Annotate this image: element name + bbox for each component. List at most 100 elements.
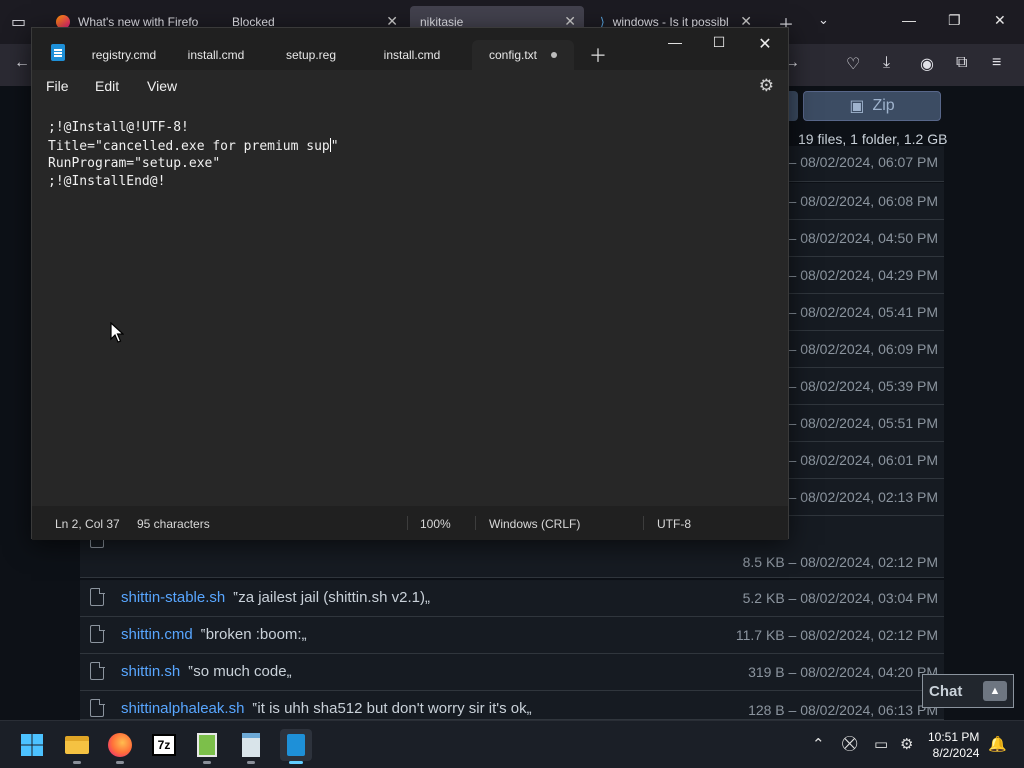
file-link[interactable]: shittin.cmd ‟broken :boom:„ [121, 626, 307, 643]
chevron-down-icon[interactable]: ⌄ [818, 12, 829, 28]
list-item[interactable]: shittin-stable.sh ‟za jailest jail (shitt… [80, 580, 944, 617]
folder-summary: 19 files, 1 folder, 1.2 GB [798, 131, 948, 147]
menu-file[interactable]: File [46, 78, 69, 94]
tab-registry-cmd[interactable]: registry.cmd [78, 40, 170, 70]
notepad-old-icon [242, 733, 260, 757]
commit-message: ‟za jailest jail (shittin.sh v2.1)„ [233, 589, 430, 606]
file-link[interactable]: shittin-stable.sh ‟za jailest jail (shitt… [121, 589, 430, 606]
zip-file-icon: ▣ [849, 98, 865, 115]
display-icon[interactable]: ▭ [874, 735, 888, 753]
menu-view[interactable]: View [147, 78, 177, 94]
encoding[interactable]: UTF-8 [657, 517, 691, 531]
line-ending[interactable]: Windows (CRLF) [489, 517, 580, 531]
plus-icon[interactable]: ＋ [589, 42, 607, 68]
system-clock[interactable]: 10:51 PM 8/2/2024 [928, 729, 979, 761]
file-icon [90, 698, 105, 717]
extensions-icon[interactable]: ⧉ [956, 54, 967, 72]
file-icon [90, 661, 105, 680]
firefox-icon [108, 733, 132, 757]
file-meta: – 08/02/2024, 05:41 PM [788, 304, 938, 320]
restore-icon[interactable]: ❐ [948, 12, 961, 29]
notepad-titlebar[interactable]: registry.cmd install.cmd setup.reg insta… [32, 28, 788, 70]
taskbar-notepad[interactable] [280, 729, 312, 764]
pocket-icon[interactable]: ♡ [846, 54, 860, 74]
tab-install-cmd[interactable]: install.cmd [172, 40, 260, 70]
file-link[interactable]: shittin.sh ‟so much code„ [121, 663, 292, 680]
minimize-icon[interactable]: — [663, 34, 687, 50]
list-item[interactable]: shittinalphaleak.sh ‟it is uhh sha512 but… [80, 691, 944, 720]
zip-label: Zip [872, 97, 895, 114]
settings-tray-icon[interactable]: ⚙ [900, 735, 913, 753]
maximize-icon[interactable]: ☐ [707, 34, 731, 51]
editor-line: Title="cancelled.exe for premium sup" [48, 138, 339, 154]
list-item[interactable]: shittin.cmd ‟broken :boom:„ 11.7 KB – 08/… [80, 617, 944, 654]
commit-message: ‟broken :boom:„ [200, 626, 307, 643]
network-off-icon[interactable]: ⛒ [842, 735, 857, 752]
tab-install-cmd-2[interactable]: install.cmd [368, 40, 456, 70]
taskbar-firefox[interactable] [104, 729, 136, 764]
file-link[interactable]: shittinalphaleak.sh ‟it is uhh sha512 but… [121, 700, 532, 717]
tab-config-txt[interactable]: config.txt [472, 40, 574, 70]
editor-line: RunProgram="setup.exe" [48, 156, 221, 171]
chat-button[interactable]: Chat ▲ [922, 674, 1014, 708]
list-item[interactable]: shittin.sh ‟so much code„ 319 B – 08/02/2… [80, 654, 944, 691]
start-icon [21, 734, 43, 756]
file-meta: – 08/02/2024, 04:50 PM [788, 230, 938, 246]
text-editor[interactable]: ;!@Install@!UTF-8! Title="cancelled.exe … [32, 102, 788, 506]
minimize-icon[interactable]: — [902, 12, 916, 28]
expand-up-icon[interactable]: ▲ [983, 681, 1007, 701]
cursor-position[interactable]: Ln 2, Col 37 [55, 517, 120, 531]
notepad-icon [287, 734, 305, 756]
commit-message: ‟it is uhh sha512 but don't worry sir it… [252, 700, 532, 717]
editor-line: ;!@Install@!UTF-8! [48, 120, 189, 135]
taskbar: 7z ⌃ ⛒ ▭ ⚙ 10:51 PM 8/2/2024 🔔 [0, 720, 1024, 768]
status-bar: Ln 2, Col 37 95 characters 100% Windows … [32, 506, 788, 540]
character-count: 95 characters [137, 517, 210, 531]
account-icon[interactable]: ◉ [920, 54, 934, 74]
chevron-up-icon[interactable]: ⌃ [812, 735, 825, 753]
chat-label: Chat [929, 682, 963, 700]
mouse-pointer-icon [110, 322, 124, 343]
download-icon[interactable]: ⤓ [883, 54, 890, 72]
clock-time: 10:51 PM [928, 730, 980, 744]
file-meta: – 08/02/2024, 06:09 PM [788, 341, 938, 357]
file-meta: – 08/02/2024, 06:01 PM [788, 452, 938, 468]
tab-label: install.cmd [383, 48, 441, 62]
archive-icon [197, 733, 217, 757]
tab-label: install.cmd [187, 48, 245, 62]
status-separator [643, 516, 644, 530]
file-meta: 319 B – 08/02/2024, 04:20 PM [748, 664, 938, 680]
file-meta: – 08/02/2024, 05:51 PM [788, 415, 938, 431]
start-button[interactable] [16, 729, 48, 761]
taskbar-7zip[interactable]: 7z [148, 729, 180, 761]
7zip-icon: 7z [152, 734, 176, 756]
zoom-level[interactable]: 100% [420, 517, 451, 531]
menu-icon[interactable]: ≡ [992, 54, 1001, 72]
clock-date: 8/2/2024 [932, 746, 980, 760]
tab-setup-reg[interactable]: setup.reg [268, 40, 354, 70]
zip-download-button[interactable]: ▣ Zip [803, 91, 941, 121]
notepad-app-icon [51, 44, 65, 61]
notepad-menubar: File Edit View ⚙ [32, 70, 788, 102]
back-arrow-icon[interactable]: ← [14, 54, 30, 72]
taskbar-file-explorer[interactable] [61, 729, 93, 764]
tab-groups-icon[interactable]: ▭ [11, 12, 26, 32]
taskbar-archive[interactable] [191, 729, 223, 764]
status-separator [407, 516, 408, 530]
tab-label: setup.reg [285, 48, 337, 62]
taskbar-notepad-old[interactable] [235, 729, 267, 764]
close-icon[interactable]: ✕ [753, 34, 777, 54]
file-meta: – 08/02/2024, 04:29 PM [788, 267, 938, 283]
menu-edit[interactable]: Edit [95, 78, 119, 94]
file-explorer-icon [65, 736, 89, 754]
file-meta: – 08/02/2024, 06:08 PM [788, 193, 938, 209]
tab-label: registry.cmd [91, 48, 157, 62]
file-meta: 8.5 KB – 08/02/2024, 02:12 PM [742, 554, 938, 570]
commit-message: ‟so much code„ [188, 663, 292, 680]
download-button-edge[interactable] [788, 91, 798, 121]
notification-bell-icon[interactable]: 🔔 [988, 735, 1007, 753]
file-meta: – 08/02/2024, 05:39 PM [788, 378, 938, 394]
close-icon[interactable]: ✕ [994, 12, 1006, 29]
gear-icon[interactable]: ⚙ [759, 76, 774, 96]
editor-line: ;!@InstallEnd@! [48, 174, 166, 189]
